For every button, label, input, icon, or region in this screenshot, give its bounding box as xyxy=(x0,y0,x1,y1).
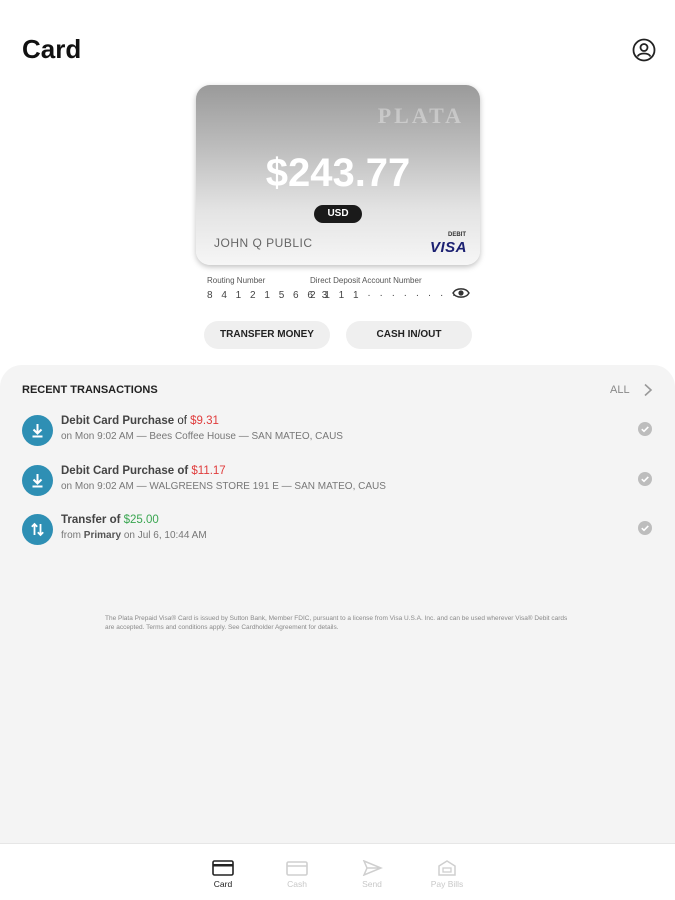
app-header: Card xyxy=(0,0,675,90)
transaction-from-prefix: from xyxy=(61,530,81,541)
transaction-of: of xyxy=(177,415,187,427)
chevron-right-icon[interactable] xyxy=(643,383,653,397)
nav-item-cash[interactable]: Cash xyxy=(272,860,322,889)
currency-badge: USD xyxy=(314,205,362,223)
nav-label: Cash xyxy=(287,879,307,889)
nav-item-send[interactable]: Send xyxy=(347,860,397,889)
deposit-account-value: 2 1 1 1 · · · · · · · · xyxy=(310,290,459,301)
card-balance: $243.77 xyxy=(265,151,411,195)
bills-icon xyxy=(438,860,456,876)
transaction-amount: $9.31 xyxy=(190,415,219,427)
transaction-amount: $11.17 xyxy=(191,465,226,477)
card-debit-label: DEBIT xyxy=(448,232,466,238)
transaction-row[interactable]: Debit Card Purchase of $9.31 on Mon 9:02… xyxy=(0,415,675,459)
nav-label: Send xyxy=(362,879,382,889)
transaction-type: Transfer of xyxy=(61,514,121,526)
bottom-nav: Card Cash Send Pay Bills xyxy=(0,843,675,900)
card-icon xyxy=(212,860,234,876)
transaction-row[interactable]: Transfer of $25.00 from Primary on Jul 6… xyxy=(0,514,675,558)
nav-label: Card xyxy=(213,879,233,889)
transaction-row[interactable]: Debit Card Purchase of $11.17 on Mon 9:0… xyxy=(0,465,675,509)
send-icon xyxy=(362,860,383,876)
transaction-detail: from Primary on Jul 6, 10:44 AM xyxy=(61,530,207,541)
transaction-from-suffix: on Jul 6, 10:44 AM xyxy=(123,530,207,541)
transfer-money-button[interactable]: TRANSFER MONEY xyxy=(204,321,330,349)
debit-card[interactable]: PLATA $243.77 USD JOHN Q PUBLIC DEBIT VI… xyxy=(196,85,480,265)
download-icon xyxy=(22,415,53,446)
section-title: RECENT TRANSACTIONS xyxy=(22,384,158,396)
nav-label: Pay Bills xyxy=(430,879,464,889)
transaction-amount: $25.00 xyxy=(123,514,159,526)
eye-icon[interactable] xyxy=(452,286,470,300)
transaction-title: Debit Card Purchase of $11.17 xyxy=(61,465,226,477)
check-circle-icon xyxy=(638,422,652,436)
disclaimer-text: The Plata Prepaid Visa® Card is issued b… xyxy=(105,615,568,631)
wallet-icon xyxy=(286,861,308,876)
transaction-detail: on Mon 9:02 AM — Bees Coffee House — SAN… xyxy=(61,431,343,442)
account-circle-icon[interactable] xyxy=(632,38,656,62)
transaction-type: Debit Card Purchase of xyxy=(61,465,189,477)
deposit-account-number: Direct Deposit Account Number 2 1 1 1 · … xyxy=(310,276,458,301)
nav-item-pay-bills[interactable]: Pay Bills xyxy=(422,860,472,889)
download-icon xyxy=(22,465,53,496)
cash-in-out-button[interactable]: CASH IN/OUT xyxy=(346,321,472,349)
nav-item-card[interactable]: Card xyxy=(198,860,248,889)
check-circle-icon xyxy=(638,472,652,486)
transaction-detail: on Mon 9:02 AM — WALGREENS STORE 191 E —… xyxy=(61,481,386,492)
page-title: Card xyxy=(22,34,82,64)
transaction-type: Debit Card Purchase xyxy=(61,415,175,427)
transaction-from-account: Primary xyxy=(83,530,122,541)
deposit-account-label: Direct Deposit Account Number xyxy=(310,276,422,285)
card-holder-name: JOHN Q PUBLIC xyxy=(214,236,313,250)
all-transactions-link[interactable]: ALL xyxy=(610,384,630,396)
transfer-icon xyxy=(22,514,53,545)
transaction-title: Debit Card Purchase of $9.31 xyxy=(61,415,219,427)
recent-transactions-panel: RECENT TRANSACTIONS ALL Debit Card Purch… xyxy=(0,365,675,843)
card-brand-logo: PLATA xyxy=(377,103,464,128)
visa-logo: VISA xyxy=(429,239,467,256)
transaction-title: Transfer of $25.00 xyxy=(61,514,159,526)
check-circle-icon xyxy=(638,521,652,535)
